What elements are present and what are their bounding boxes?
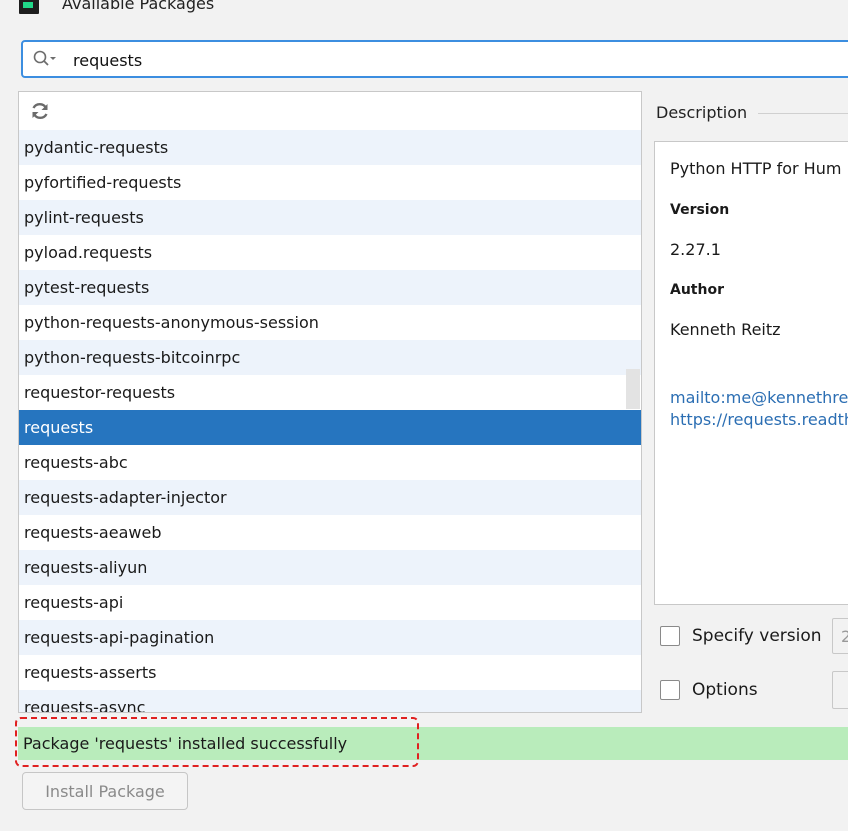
options-label: Options xyxy=(692,680,758,700)
description-box: Python HTTP for Hum Version 2.27.1 Autho… xyxy=(654,141,848,605)
package-list-item[interactable]: pydantic-requests xyxy=(19,130,641,165)
package-list-item[interactable]: pylint-requests xyxy=(19,200,641,235)
package-list-item[interactable]: requests xyxy=(19,410,641,445)
package-list-toolbar xyxy=(19,92,641,131)
search-icon[interactable] xyxy=(33,50,57,68)
pycharm-app-icon xyxy=(19,0,39,14)
package-list-panel: pydantic-requests pyfortified-requests pyl… xyxy=(18,91,642,713)
author-email-link[interactable]: mailto:me@kennethrei xyxy=(670,388,848,407)
package-list-item[interactable]: pyfortified-requests xyxy=(19,165,641,200)
package-list-item[interactable]: python-requests-bitcoinrpc xyxy=(19,340,641,375)
package-list-item[interactable]: requests-adapter-injector xyxy=(19,480,641,515)
package-list-item[interactable]: requests-aliyun xyxy=(19,550,641,585)
status-message: Package 'requests' installed successfull… xyxy=(23,734,348,753)
specify-version-label: Specify version xyxy=(692,626,822,646)
title-bar: Available Packages xyxy=(0,0,848,16)
description-header: Description xyxy=(656,103,748,122)
version-value: 2.27.1 xyxy=(670,240,721,259)
package-list-item[interactable]: requests-api xyxy=(19,585,641,620)
author-label: Author xyxy=(670,282,724,298)
description-panel: Description Python HTTP for Hum Version … xyxy=(652,91,848,713)
list-scrollbar-thumb[interactable] xyxy=(626,369,640,409)
version-label: Version xyxy=(670,202,730,218)
search-input[interactable] xyxy=(73,48,773,72)
package-list-item[interactable]: pytest-requests xyxy=(19,270,641,305)
search-box[interactable] xyxy=(21,40,848,78)
package-list-item[interactable]: requestor-requests xyxy=(19,375,641,410)
package-list-item[interactable]: requests-abc xyxy=(19,445,641,480)
specify-version-checkbox[interactable] xyxy=(660,626,680,646)
options-input[interactable] xyxy=(832,671,848,709)
package-list: pydantic-requests pyfortified-requests pyl… xyxy=(19,130,641,712)
refresh-icon[interactable] xyxy=(29,100,51,122)
package-summary: Python HTTP for Hum xyxy=(670,159,842,178)
package-list-item[interactable]: requests-asserts xyxy=(19,655,641,690)
author-value: Kenneth Reitz xyxy=(670,320,781,339)
options-checkbox[interactable] xyxy=(660,680,680,700)
package-list-item[interactable]: requests-async xyxy=(19,690,641,712)
package-list-item[interactable]: requests-api-pagination xyxy=(19,620,641,655)
window-title: Available Packages xyxy=(62,0,215,13)
version-select[interactable]: 2 xyxy=(832,618,848,654)
package-list-item[interactable]: pyload.requests xyxy=(19,235,641,270)
description-divider xyxy=(758,113,848,114)
package-list-item[interactable]: python-requests-anonymous-session xyxy=(19,305,641,340)
homepage-link[interactable]: https://requests.readth xyxy=(670,410,848,429)
install-package-button[interactable]: Install Package xyxy=(22,772,188,810)
package-list-item[interactable]: requests-aeaweb xyxy=(19,515,641,550)
